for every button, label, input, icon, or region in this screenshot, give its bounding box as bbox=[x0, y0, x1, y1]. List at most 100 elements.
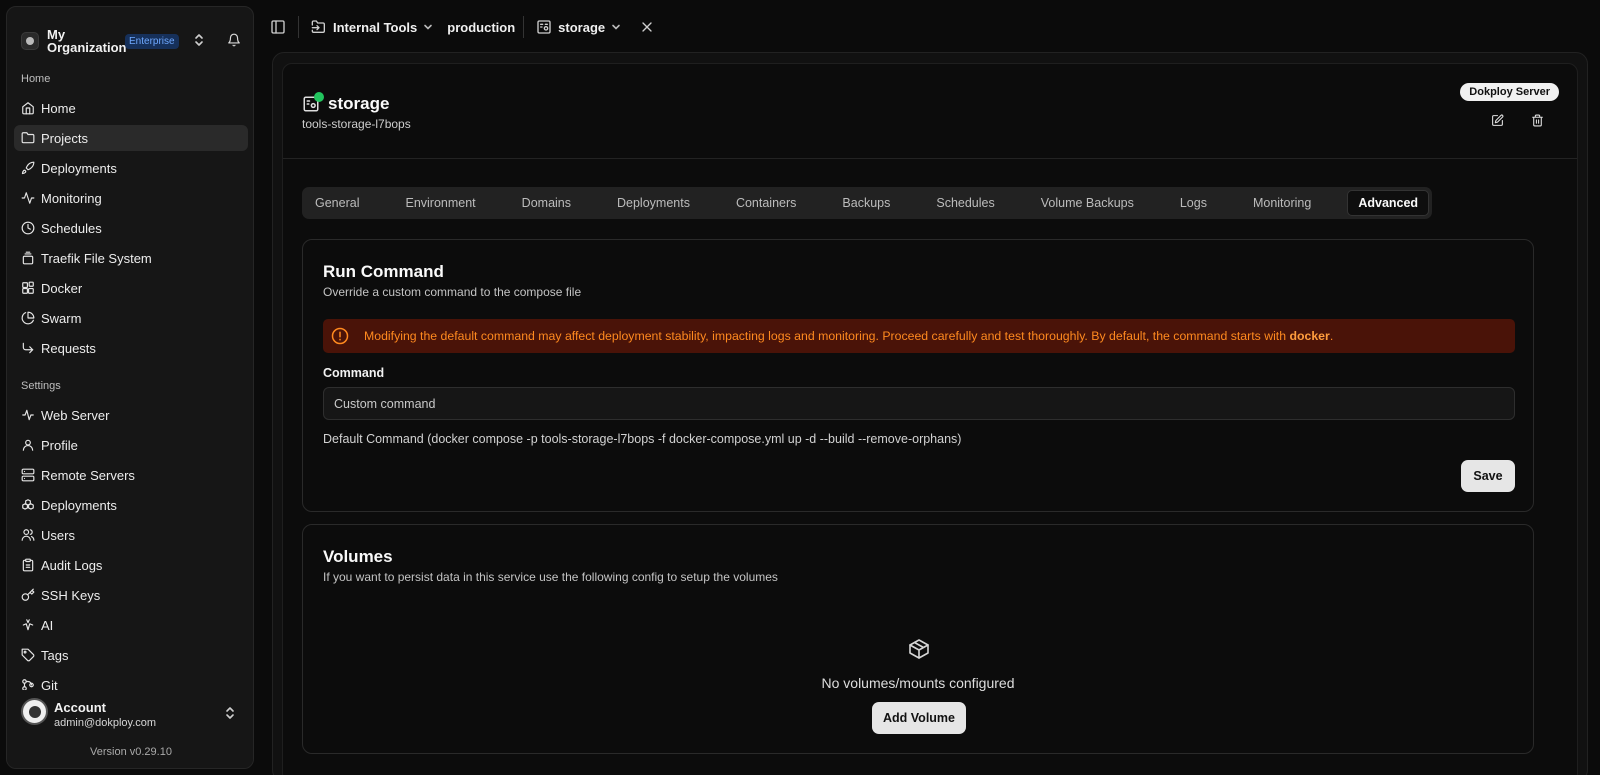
sidebar-item-settings-tags[interactable]: Tags bbox=[14, 642, 248, 668]
breadcrumb-environment[interactable]: production bbox=[447, 20, 515, 35]
section-label-settings: Settings bbox=[21, 380, 61, 392]
sidebar-item-label: Projects bbox=[41, 130, 88, 146]
user-icon bbox=[21, 438, 35, 452]
section-label-home: Home bbox=[21, 73, 51, 85]
app-root: My Organization Enterprise Home Home Proj… bbox=[0, 0, 1600, 775]
trash-icon[interactable] bbox=[1531, 114, 1547, 130]
sidebar-item-settings-audit-logs[interactable]: Audit Logs bbox=[14, 552, 248, 578]
sidebar-item-label: AI bbox=[41, 617, 54, 633]
sidebar-item-deployments[interactable]: Deployments bbox=[14, 155, 248, 181]
chevrons-up-down-icon[interactable] bbox=[193, 33, 205, 48]
sidebar-item-projects[interactable]: Projects bbox=[14, 125, 248, 151]
file-stack-icon bbox=[21, 251, 35, 265]
account-email: admin@dokploy.com bbox=[54, 717, 157, 729]
tab-domains[interactable]: Domains bbox=[512, 190, 581, 216]
arrow-icon bbox=[21, 341, 35, 355]
sidebar-item-label: Audit Logs bbox=[41, 557, 103, 573]
org-logo-icon bbox=[21, 32, 39, 50]
breadcrumb-service[interactable]: storage bbox=[536, 19, 621, 35]
sidebar-item-settings-users[interactable]: Users bbox=[14, 522, 248, 548]
breadcrumb-project[interactable]: Internal Tools bbox=[311, 19, 433, 35]
service-page: storage tools-storage-l7bops Dokploy Ser… bbox=[282, 63, 1578, 775]
enterprise-badge: Enterprise bbox=[125, 33, 179, 49]
activity-icon bbox=[21, 191, 35, 205]
topbar: Internal Tools production storage bbox=[270, 12, 655, 42]
warning-text: Modifying the default command may affect… bbox=[364, 329, 1333, 343]
sidebar-item-docker[interactable]: Docker bbox=[14, 275, 248, 301]
sidebar-toggle-icon[interactable] bbox=[270, 19, 286, 35]
sidebar-item-label: Remote Servers bbox=[41, 467, 135, 483]
service-app-name: tools-storage-l7bops bbox=[302, 117, 411, 131]
sidebar-item-label: Monitoring bbox=[41, 190, 102, 206]
sidebar-item-label: Profile bbox=[41, 437, 78, 453]
alert-circle-icon bbox=[331, 327, 349, 345]
run-command-title: Run Command bbox=[323, 262, 444, 281]
sidebar-item-settings-web-server[interactable]: Web Server bbox=[14, 402, 248, 428]
bell-icon[interactable] bbox=[227, 33, 243, 49]
bot-icon bbox=[21, 618, 35, 632]
tab-deployments[interactable]: Deployments bbox=[607, 190, 700, 216]
volumes-panel: Volumes If you want to persist data in t… bbox=[302, 524, 1534, 754]
divider bbox=[523, 16, 525, 38]
sidebar-item-home[interactable]: Home bbox=[14, 95, 248, 121]
org-name: My Organization bbox=[47, 27, 127, 55]
sidebar-item-settings-ai[interactable]: AI bbox=[14, 612, 248, 638]
sidebar-item-label: Traefik File System bbox=[41, 250, 152, 266]
sidebar-item-label: Docker bbox=[41, 280, 83, 296]
warning-text-bold: docker bbox=[1289, 329, 1330, 343]
empty-state-text: No volumes/mounts configured bbox=[821, 675, 1015, 691]
sidebar-item-label: Home bbox=[41, 100, 76, 116]
sidebar-item-requests[interactable]: Requests bbox=[14, 335, 248, 361]
add-volume-button[interactable]: Add Volume bbox=[872, 702, 966, 734]
sidebar-item-label: Deployments bbox=[41, 497, 117, 513]
chevron-down-icon bbox=[423, 20, 433, 35]
tab-backups[interactable]: Backups bbox=[832, 190, 900, 216]
warning-alert: Modifying the default command may affect… bbox=[323, 319, 1515, 353]
sidebar-item-settings-profile[interactable]: Profile bbox=[14, 432, 248, 458]
sidebar-item-swarm[interactable]: Swarm bbox=[14, 305, 248, 331]
server-badge: Dokploy Server bbox=[1460, 83, 1559, 101]
org-switcher[interactable]: My Organization Enterprise bbox=[21, 23, 243, 59]
close-icon[interactable] bbox=[639, 19, 655, 35]
warning-text-end: . bbox=[1329, 329, 1334, 343]
tab-logs[interactable]: Logs bbox=[1170, 190, 1217, 216]
tab-advanced[interactable]: Advanced bbox=[1347, 190, 1430, 216]
status-indicator bbox=[314, 92, 324, 102]
warning-text-main: Modifying the default command may affect… bbox=[364, 329, 1290, 343]
command-input[interactable] bbox=[323, 387, 1515, 420]
run-command-description: Override a custom command to the compose… bbox=[323, 285, 582, 299]
sidebar-item-schedules[interactable]: Schedules bbox=[14, 215, 248, 241]
sidebar: My Organization Enterprise Home Home Proj… bbox=[6, 6, 254, 769]
sidebar-item-monitoring[interactable]: Monitoring bbox=[14, 185, 248, 211]
sidebar-item-settings-ssh-keys[interactable]: SSH Keys bbox=[14, 582, 248, 608]
avatar bbox=[21, 698, 48, 725]
tab-containers[interactable]: Containers bbox=[726, 190, 806, 216]
tab-monitoring[interactable]: Monitoring bbox=[1243, 190, 1321, 216]
tab-general[interactable]: General bbox=[305, 190, 369, 216]
sidebar-item-label: Users bbox=[41, 527, 75, 543]
volumes-title: Volumes bbox=[323, 547, 393, 566]
chevrons-up-down-icon[interactable] bbox=[225, 706, 237, 720]
home-icon bbox=[21, 101, 35, 115]
divider bbox=[298, 16, 299, 38]
tab-volume-backups[interactable]: Volume Backups bbox=[1031, 190, 1144, 216]
home-nav: Home Projects Deployments Monitoring Schedul… bbox=[14, 95, 248, 365]
tab-environment[interactable]: Environment bbox=[395, 190, 485, 216]
default-command: Default Command (docker compose -p tools… bbox=[323, 432, 962, 446]
sidebar-item-label: Requests bbox=[41, 340, 96, 356]
edit-icon[interactable] bbox=[1491, 114, 1507, 130]
account-menu[interactable]: Account admin@dokploy.com Version v0.29.… bbox=[7, 690, 253, 768]
boxes-icon bbox=[21, 498, 35, 512]
breadcrumb-project-label: Internal Tools bbox=[333, 19, 418, 35]
pie-icon bbox=[21, 311, 35, 325]
sidebar-item-settings-remote-servers[interactable]: Remote Servers bbox=[14, 462, 248, 488]
settings-nav: Web Server Profile Remote Servers Deploymen… bbox=[14, 402, 248, 702]
sidebar-item-label: Web Server bbox=[41, 407, 110, 423]
sidebar-item-traefik-file-system[interactable]: Traefik File System bbox=[14, 245, 248, 271]
tab-schedules[interactable]: Schedules bbox=[926, 190, 1004, 216]
sidebar-item-label: Schedules bbox=[41, 220, 102, 236]
package-icon bbox=[907, 637, 931, 661]
save-button[interactable]: Save bbox=[1461, 460, 1515, 492]
sidebar-item-settings-deployments[interactable]: Deployments bbox=[14, 492, 248, 518]
service-tabs: General Environment Domains Deployments Cont… bbox=[302, 187, 1433, 219]
